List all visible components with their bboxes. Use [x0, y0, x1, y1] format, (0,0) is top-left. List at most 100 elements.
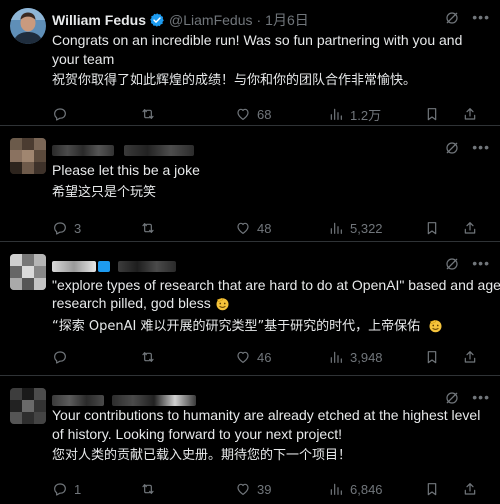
like-count: 68	[257, 106, 272, 122]
reply-button[interactable]	[52, 348, 74, 366]
blurred-author-name	[52, 394, 104, 406]
author-handle[interactable]: @LiamFedus	[169, 12, 252, 28]
blurred-author-name	[52, 260, 96, 272]
tweet-text-zh: “探索 OpenAI 难以开展的研究类型”基于研究的时代，上帝保佑	[52, 317, 492, 336]
views-button[interactable]: 1.2万	[328, 105, 381, 123]
like-count: 46	[257, 349, 272, 365]
views-button[interactable]: 3,948	[328, 348, 383, 366]
retweet-icon	[140, 106, 156, 122]
retweet-icon	[140, 481, 156, 497]
heart-icon	[235, 481, 251, 497]
bookmark-icon	[424, 106, 440, 122]
bookmark-button[interactable]	[424, 480, 446, 498]
blurred-author-handle	[118, 260, 176, 272]
retweet-icon	[140, 349, 156, 365]
grok-slash-icon[interactable]	[444, 390, 460, 406]
reply-icon	[52, 349, 68, 365]
tweet-text-zh-content: “探索 OpenAI 难以开展的研究类型”基于研究的时代，上帝保佑	[52, 319, 421, 334]
grok-slash-icon[interactable]	[444, 256, 460, 272]
share-icon	[462, 481, 478, 497]
blurred-author-badge	[98, 260, 110, 272]
more-options-icon[interactable]: •••	[472, 389, 490, 405]
bookmark-button[interactable]	[424, 348, 446, 366]
tweet-actions: 68 1.2万	[52, 105, 492, 123]
more-options-icon[interactable]: •••	[472, 139, 490, 155]
more-options-icon[interactable]: •••	[472, 9, 490, 25]
like-button[interactable]: 46	[235, 348, 271, 366]
reply-button[interactable]: 3	[52, 219, 81, 237]
grok-slash-icon[interactable]	[444, 10, 460, 26]
retweet-button[interactable]	[140, 105, 162, 123]
saluting-face-emoji-icon	[216, 297, 229, 311]
reply-icon	[52, 481, 68, 497]
bookmark-icon	[424, 349, 440, 365]
tweet-text-zh: 祝贺你取得了如此辉煌的成绩！与你和你的团队合作非常愉快。	[52, 73, 417, 88]
views-button[interactable]: 5,322	[328, 219, 383, 237]
verified-badge-icon	[149, 12, 165, 28]
blurred-author-handle	[112, 394, 196, 406]
tweet-actions: 1 39 6,846	[52, 480, 492, 498]
views-button[interactable]: 6,846	[328, 480, 383, 498]
bookmark-button[interactable]	[424, 105, 446, 123]
views-count: 3,948	[350, 349, 383, 365]
reply-tweet[interactable]: ••• "explore types of research that are …	[0, 242, 500, 376]
avatar[interactable]	[10, 388, 46, 424]
avatar[interactable]	[10, 8, 46, 44]
author-header[interactable]	[52, 256, 176, 276]
retweet-icon	[140, 220, 156, 236]
saluting-face-emoji-icon	[429, 319, 442, 333]
more-options-icon[interactable]: •••	[472, 255, 490, 271]
tweet-text-en: Congrats on an incredible run! Was so fu…	[52, 32, 463, 67]
reply-icon	[52, 106, 68, 122]
tweet-date[interactable]: 1月6日	[265, 10, 309, 30]
views-icon	[328, 106, 344, 122]
heart-icon	[235, 220, 251, 236]
retweet-button[interactable]	[140, 480, 162, 498]
views-count: 6,846	[350, 481, 383, 497]
blurred-author-name	[52, 144, 114, 156]
bookmark-icon	[424, 481, 440, 497]
share-icon	[462, 106, 478, 122]
views-icon	[328, 349, 344, 365]
author-header[interactable]	[52, 140, 194, 160]
reply-button[interactable]	[52, 105, 74, 123]
reply-tweet[interactable]: ••• Please let this be a joke 希望这只是个玩笑 3…	[0, 126, 500, 242]
reply-count: 3	[74, 220, 82, 236]
separator-dot: ·	[256, 12, 262, 28]
retweet-button[interactable]	[140, 348, 162, 366]
reply-icon	[52, 220, 68, 236]
share-icon	[462, 349, 478, 365]
views-count: 5,322	[350, 220, 383, 236]
share-button[interactable]	[462, 480, 484, 498]
bookmark-button[interactable]	[424, 219, 446, 237]
like-button[interactable]: 68	[235, 105, 271, 123]
share-button[interactable]	[462, 348, 484, 366]
tweet-text-en: Please let this be a joke	[52, 162, 200, 178]
author-name[interactable]: William Fedus	[52, 12, 146, 28]
reply-button[interactable]: 1	[52, 480, 81, 498]
bookmark-icon	[424, 220, 440, 236]
reply-count: 1	[74, 481, 82, 497]
heart-icon	[235, 106, 251, 122]
avatar[interactable]	[10, 138, 46, 174]
grok-slash-icon[interactable]	[444, 140, 460, 156]
share-button[interactable]	[462, 219, 484, 237]
tweet-text-en-line-2: research pilled, god bless	[52, 294, 492, 313]
like-count: 48	[257, 220, 272, 236]
retweet-button[interactable]	[140, 219, 162, 237]
like-button[interactable]: 48	[235, 219, 271, 237]
views-icon	[328, 220, 344, 236]
share-button[interactable]	[462, 105, 484, 123]
tweet-actions: 3 48 5,322	[52, 219, 492, 237]
like-button[interactable]: 39	[235, 480, 271, 498]
tweet-text-en-line-1: "explore types of research that are hard…	[52, 277, 500, 293]
views-count: 1.2万	[350, 107, 382, 123]
share-icon	[462, 220, 478, 236]
tweet-text-en-line-2-text: research pilled, god bless	[52, 295, 211, 311]
tweet-william-fedus[interactable]: William Fedus @LiamFedus · 1月6日 ••• Cong…	[0, 0, 500, 126]
reply-tweet[interactable]: ••• Your contributions to humanity are a…	[0, 376, 500, 504]
heart-icon	[235, 349, 251, 365]
tweet-text-zh: 希望这只是个玩笑	[52, 185, 157, 200]
views-icon	[328, 481, 344, 497]
avatar[interactable]	[10, 254, 46, 290]
